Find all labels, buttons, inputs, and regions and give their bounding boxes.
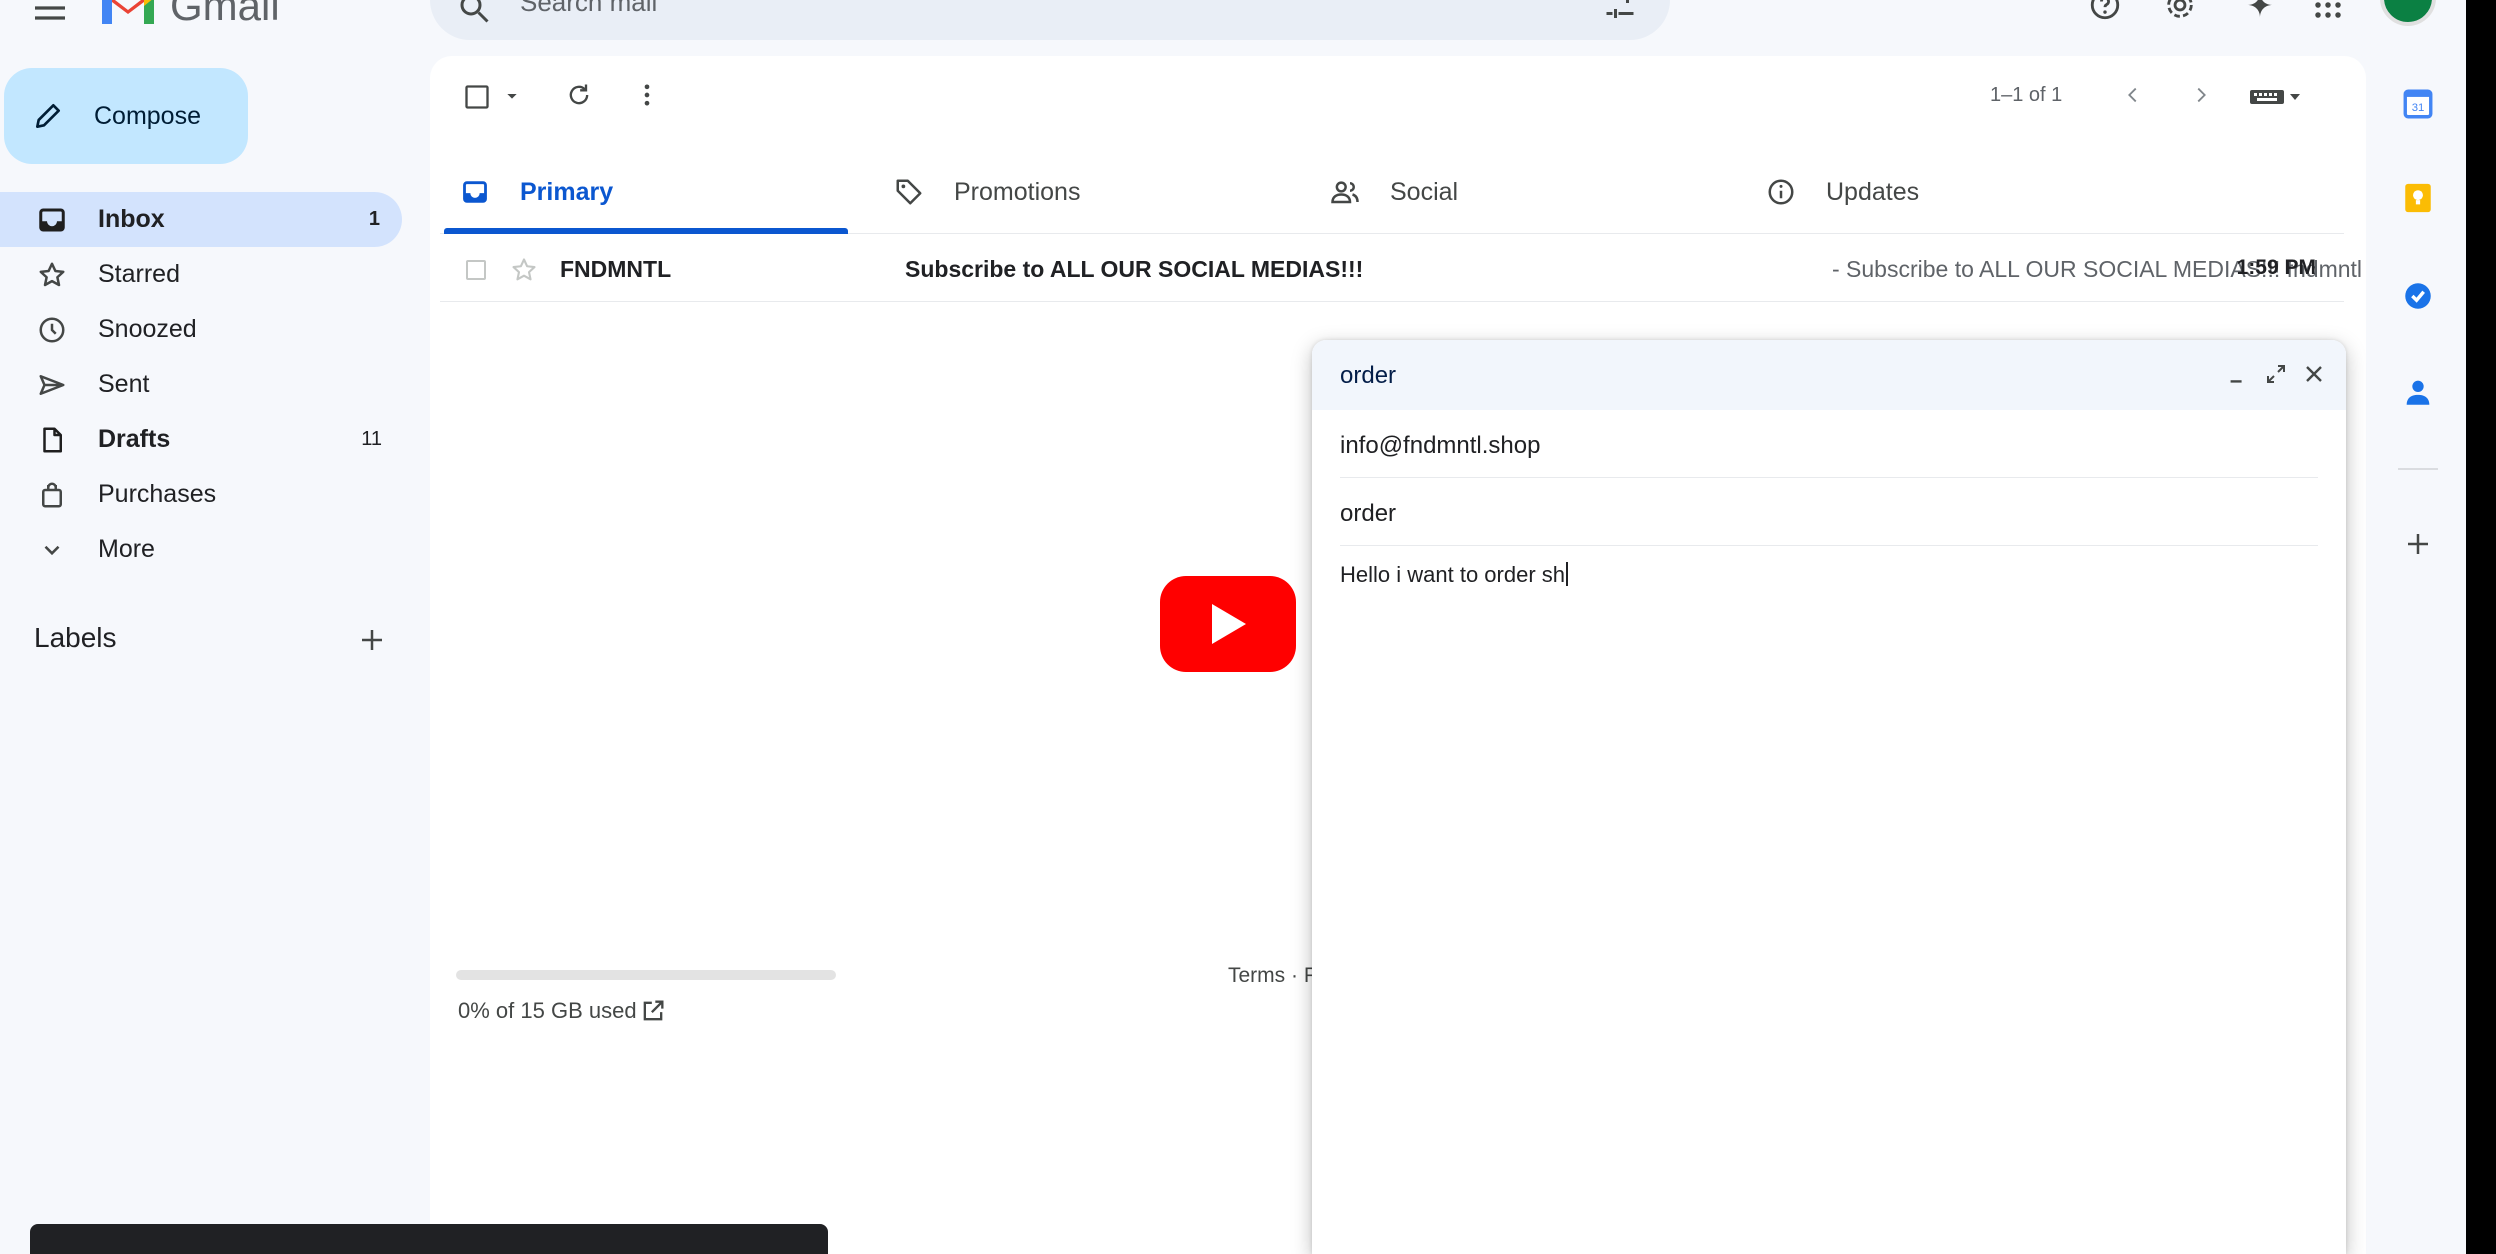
- labels-heading: Labels: [34, 622, 117, 653]
- to-field[interactable]: info@fndmntl.shop: [1340, 410, 2318, 478]
- email-sender: FNDMNTL: [560, 256, 672, 282]
- footer-terms-link[interactable]: Terms · P: [1228, 964, 1318, 988]
- calendar-icon[interactable]: 31: [2398, 84, 2438, 124]
- storage-bar: [456, 970, 836, 980]
- search-options-icon[interactable]: [1600, 0, 1640, 20]
- keep-icon[interactable]: [2398, 178, 2438, 218]
- sidebar-item-label: More: [98, 535, 155, 563]
- sidebar-item-label: Starred: [98, 260, 180, 288]
- sidebar-item-label: Sent: [98, 370, 150, 398]
- category-tabs: Primary Promotions Social Updates: [440, 150, 2344, 234]
- minimize-icon[interactable]: [2224, 362, 2250, 388]
- select-all-checkbox[interactable]: [460, 80, 494, 114]
- tab-label: Primary: [520, 177, 614, 206]
- inbox-icon: [458, 175, 492, 209]
- video-play-button[interactable]: [1160, 576, 1296, 672]
- sidebar-item-sent[interactable]: Sent: [0, 357, 404, 412]
- sidebar-item-label: Drafts: [98, 425, 171, 453]
- side-panel: [2376, 56, 2468, 1254]
- tab-promotions[interactable]: Promotions: [892, 150, 1080, 234]
- shopping-bag-icon: [36, 479, 68, 511]
- tab-label: Promotions: [954, 177, 1081, 206]
- chevron-down-icon: [36, 534, 68, 566]
- app-name: Gmail: [170, 0, 280, 29]
- account-avatar[interactable]: [2380, 0, 2436, 26]
- message-body[interactable]: Hello i want to order sh: [1340, 562, 1568, 588]
- search-icon[interactable]: [452, 0, 496, 26]
- side-panel-divider: [2398, 468, 2438, 470]
- gear-icon[interactable]: [2160, 0, 2200, 22]
- compose-label: Compose: [94, 101, 201, 130]
- add-addon-icon[interactable]: [2400, 526, 2436, 562]
- keyboard-icon[interactable]: [2246, 82, 2306, 112]
- sidebar-item-snoozed[interactable]: Snoozed: [0, 302, 404, 357]
- people-icon: [1328, 175, 1362, 209]
- sidebar-item-purchases[interactable]: Purchases: [0, 467, 404, 522]
- email-row[interactable]: FNDMNTL Subscribe to ALL OUR SOCIAL MEDI…: [440, 238, 2362, 302]
- tab-label: Updates: [1826, 177, 1920, 206]
- apps-grid-icon[interactable]: [2308, 0, 2348, 22]
- send-icon: [36, 369, 68, 401]
- sidebar-nav: Inbox 1 Starred Snoozed Sent Drafts 11 P…: [0, 192, 404, 577]
- message-body-text: Hello i want to order sh: [1340, 562, 1565, 587]
- tab-social[interactable]: Social: [1328, 150, 1458, 234]
- sidebar-item-label: Purchases: [98, 480, 217, 508]
- subject-field[interactable]: order: [1340, 478, 2318, 546]
- storage-usage-text: 0% of 15 GB used: [458, 998, 637, 1023]
- sidebar-item-drafts[interactable]: Drafts 11: [0, 412, 404, 467]
- draft-icon: [36, 424, 68, 456]
- tag-icon: [892, 175, 926, 209]
- compose-window: order info@fndmntl.shop order Hello i wa…: [1312, 340, 2346, 1254]
- star-icon[interactable]: [508, 254, 540, 286]
- chevron-left-icon[interactable]: [2118, 80, 2148, 110]
- pencil-icon: [32, 100, 64, 132]
- active-tab-indicator: [444, 228, 848, 234]
- tab-updates[interactable]: Updates: [1764, 150, 1919, 234]
- row-checkbox[interactable]: [462, 256, 490, 284]
- screen-edge: [2466, 0, 2496, 1254]
- add-label-icon[interactable]: [354, 622, 390, 658]
- text-cursor: [1566, 562, 1568, 586]
- tab-label: Social: [1390, 177, 1459, 206]
- gmail-logo-icon[interactable]: [98, 0, 158, 26]
- email-time: 1:59 PM: [2236, 256, 2316, 279]
- compose-title: order: [1340, 362, 1397, 389]
- open-external-icon[interactable]: [638, 996, 668, 1026]
- clock-icon: [36, 314, 68, 346]
- sidebar-item-inbox[interactable]: Inbox 1: [0, 192, 402, 247]
- search-input[interactable]: [520, 0, 1420, 18]
- tab-primary[interactable]: Primary: [458, 150, 613, 234]
- sidebar-item-starred[interactable]: Starred: [0, 247, 404, 302]
- draft-count: 11: [361, 428, 382, 450]
- play-icon: [1208, 602, 1248, 646]
- pagination-text: 1–1 of 1: [1990, 84, 2063, 106]
- gemini-sparkle-icon[interactable]: [2240, 0, 2280, 22]
- contacts-icon[interactable]: [2398, 372, 2438, 412]
- sidebar-item-more[interactable]: More: [0, 522, 404, 577]
- refresh-icon[interactable]: [562, 78, 596, 112]
- email-subject: Subscribe to ALL OUR SOCIAL MEDIAS!!!: [905, 256, 1364, 282]
- bottom-toast: [30, 1224, 828, 1254]
- expand-icon[interactable]: [2262, 360, 2290, 388]
- tasks-icon[interactable]: [2398, 276, 2438, 316]
- info-icon: [1764, 175, 1798, 209]
- compose-button[interactable]: Compose: [4, 68, 248, 164]
- unread-count: 1: [368, 208, 380, 230]
- sidebar-item-label: Snoozed: [98, 315, 197, 343]
- sidebar-item-label: Inbox: [98, 205, 165, 233]
- close-icon[interactable]: [2300, 360, 2328, 388]
- compose-header[interactable]: order: [1312, 340, 2346, 410]
- chevron-right-icon[interactable]: [2186, 80, 2216, 110]
- select-dropdown-icon[interactable]: [500, 84, 524, 108]
- inbox-icon: [36, 204, 68, 236]
- top-bar: Gmail: [0, 0, 2496, 60]
- svg-text:31: 31: [2412, 102, 2425, 114]
- star-icon: [36, 259, 68, 291]
- main-menu-icon[interactable]: [30, 0, 70, 28]
- more-vert-icon[interactable]: [630, 78, 664, 112]
- help-icon[interactable]: [2085, 0, 2125, 22]
